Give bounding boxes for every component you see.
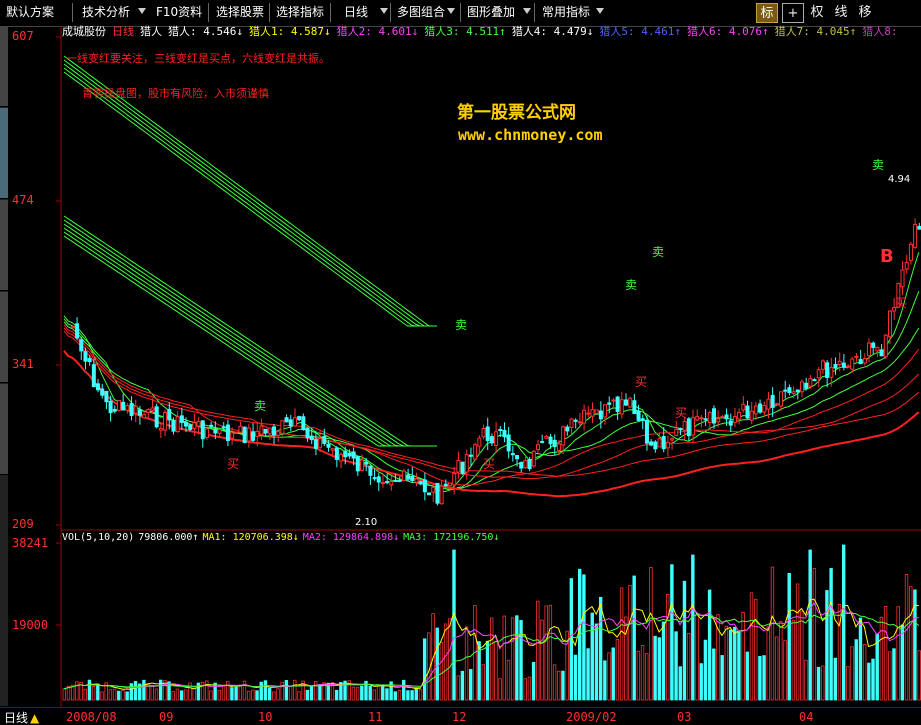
legend-value: 猎人7: 4.045↑ [774, 25, 857, 38]
price-tick-label: 474 [12, 193, 34, 207]
date-tick: 12 [452, 710, 467, 724]
legend-value: 猎人8: [862, 25, 898, 38]
date-tick: 11 [368, 710, 383, 724]
date-axis-bar: 日线 ▲ 2008/08 09 10 11 12 2009/02 03 04 [0, 707, 921, 725]
volume-legend-item: VOL(5,10,20) [62, 532, 135, 543]
legend-value: 猎人: 4.546↓ [168, 25, 243, 38]
period-tab[interactable]: 日线 ▲ [4, 709, 39, 725]
price-tick-label: 341 [12, 357, 34, 371]
risk-note: 青客操盘图，股市有风险，入市须谨慎 [82, 87, 269, 100]
sell-signal: 卖 [625, 278, 638, 292]
buy-signal: 买 [895, 296, 908, 310]
volume-legend-item: MA3: 172196.750↓ [403, 532, 500, 543]
b-signal: B [880, 246, 894, 267]
strategy-note: 一线变红要关注，三线变红是买点，六线变红是共振。 [66, 52, 330, 65]
sell-signal: 卖 [254, 399, 267, 413]
high-price-label: 4.94 [888, 174, 911, 185]
legend-value: 猎人6: 4.076↑ [687, 25, 769, 38]
date-tick: 2008/08 [66, 710, 117, 724]
buy-signal: 买 [483, 457, 496, 471]
triangle-up-icon: ▲ [30, 711, 40, 725]
volume-legend-item: MA2: 129864.898↓ [302, 532, 400, 543]
volume-legend-item: MA1: 120706.398↓ [202, 532, 299, 543]
stock-chart-app: 默认方案 技术分析 F10资料 选择股票 选择指标 日线 多图组合 图形叠加 常… [0, 0, 921, 725]
legend-value: 猎人4: 4.479↓ [511, 25, 594, 38]
date-tick: 10 [258, 710, 273, 724]
volume-legend: VOL(5,10,20) 79806.000↑ MA1: 120706.398↓ MA… [62, 531, 503, 545]
buy-signal: 买 [635, 375, 648, 389]
volume-tick-label: 38241 [12, 536, 49, 550]
period-tag: 日线 [112, 25, 134, 38]
volume-tick-label: 19000 [12, 618, 49, 632]
indicator-name: 猎人 [140, 25, 162, 38]
sell-signal: 卖 [455, 318, 468, 332]
legend-value: 猎人2: 4.601↓ [336, 25, 419, 38]
date-tick: 03 [677, 710, 692, 724]
legend-value: 猎人5: 4.461↑ [599, 25, 682, 38]
price-tick-label: 209 [12, 517, 34, 531]
sell-signal: 卖 [872, 158, 885, 172]
sell-signal: 卖 [652, 245, 665, 259]
low-price-label: 2.10 [355, 517, 378, 528]
date-tick: 2009/02 [566, 710, 617, 724]
legend-value: 猎人1: 4.587↓ [248, 25, 331, 38]
period-tab-label: 日线 [4, 711, 29, 725]
buy-signal: 买 [227, 457, 240, 471]
volume-legend-item: 79806.000↑ [138, 532, 199, 543]
buy-signal: 买 [675, 406, 688, 420]
legend-value: 猎人3: 4.511↑ [424, 25, 506, 38]
watermark-title: 第一股票公式网 [457, 103, 576, 123]
date-tick: 09 [159, 710, 174, 724]
date-tick: 04 [799, 710, 814, 724]
price-tick-label: 607 [12, 29, 34, 43]
indicator-legend: 成城股份 日线 猎人 猎人: 4.546↓ 猎人1: 4.587↓ 猎人2: 4.601↓… [62, 24, 904, 40]
stock-name: 成城股份 [62, 25, 106, 38]
watermark-url: www.chnmoney.com [458, 126, 603, 144]
